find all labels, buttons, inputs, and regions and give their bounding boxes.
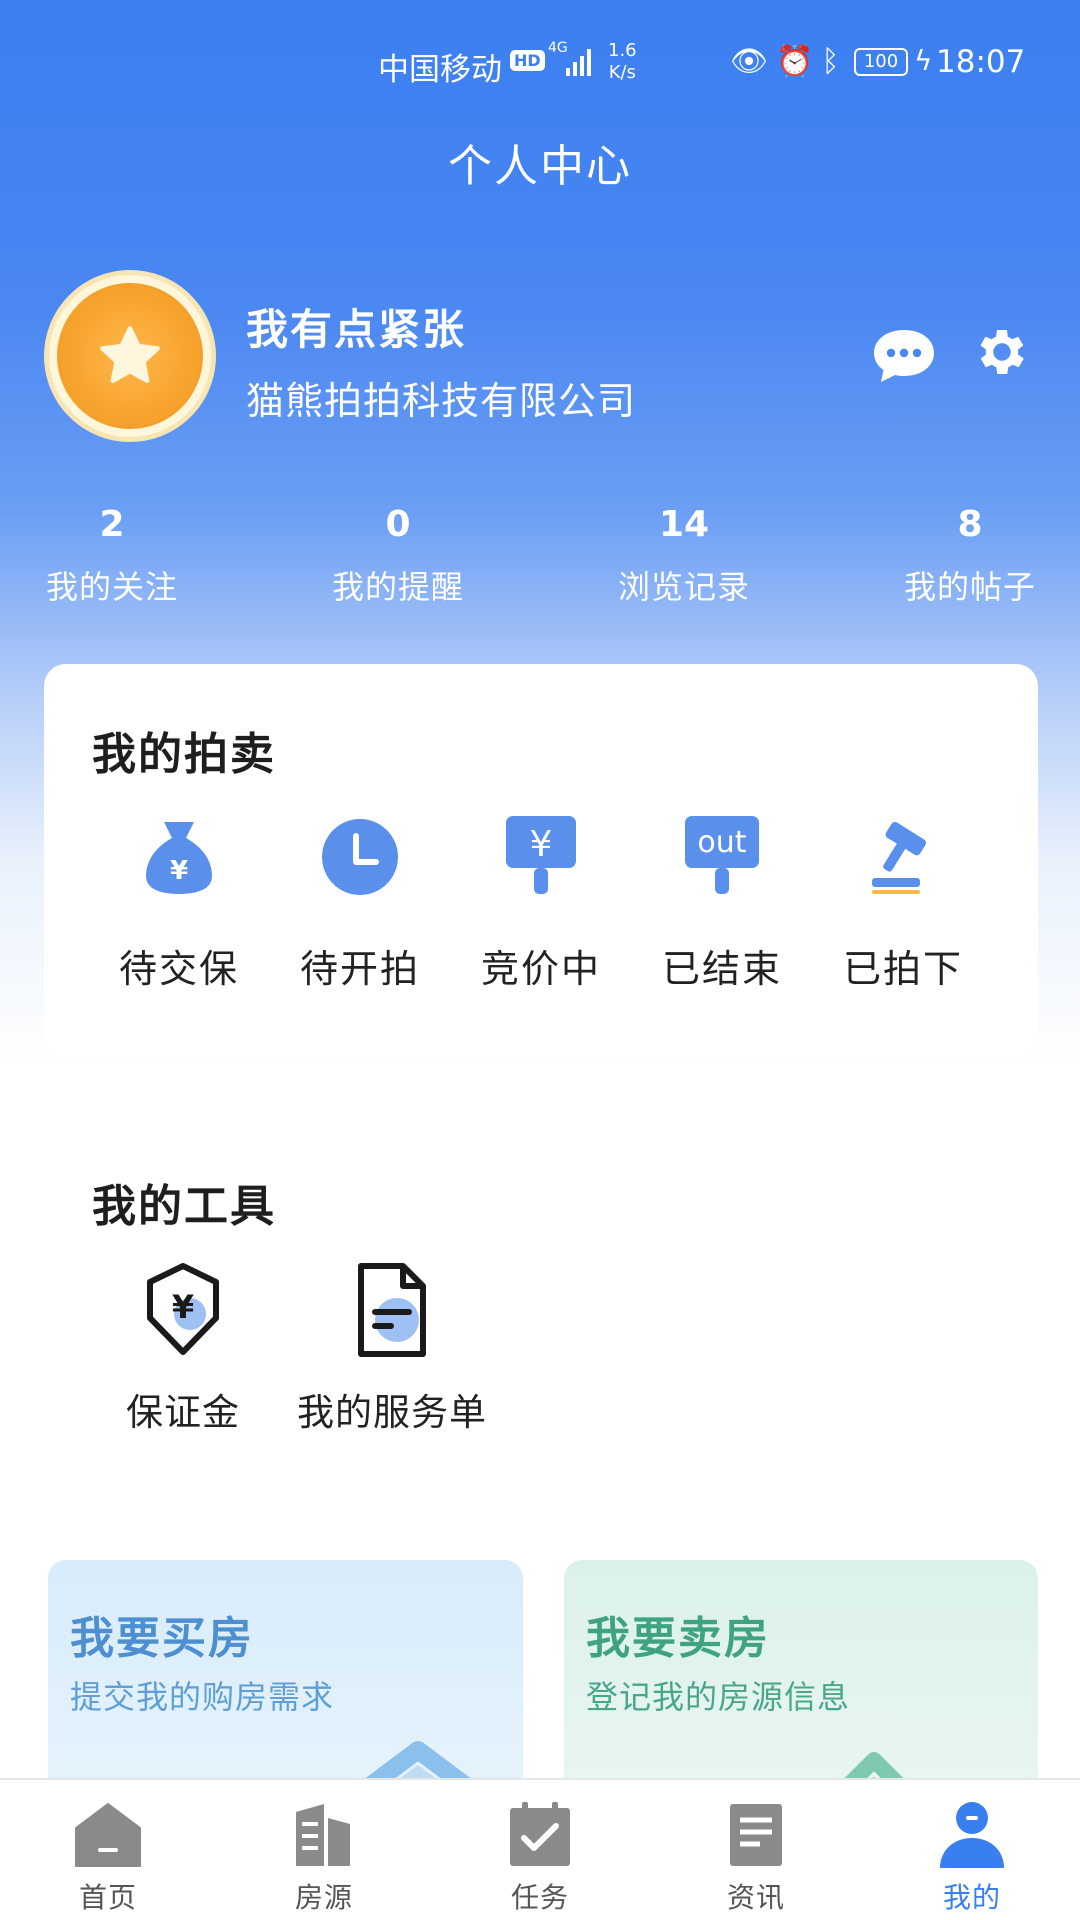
clock-icon	[322, 819, 398, 895]
buy-house-card[interactable]: 我要买房 提交我的购房需求	[48, 1560, 523, 1800]
carrier-name: 中国移动	[378, 52, 502, 88]
stat-reminders[interactable]: 0 我的提醒	[298, 500, 498, 608]
bluetooth-icon: ᛒ	[821, 44, 848, 79]
avatar[interactable]	[44, 270, 216, 442]
gavel-icon	[872, 821, 927, 894]
auction-item-label: 已拍下	[842, 947, 963, 991]
stat-label: 浏览记录	[617, 568, 750, 606]
message-button[interactable]	[870, 326, 938, 386]
auction-item-label: 竞价中	[480, 947, 601, 991]
status-icons: 👁⏰ᛒ	[730, 44, 847, 79]
user-name: 我有点紧张	[246, 305, 467, 354]
user-company: 猫熊拍拍科技有限公司	[246, 379, 637, 423]
svg-text:¥: ¥	[530, 824, 553, 865]
tab-mine[interactable]: 我的	[902, 1798, 1042, 1916]
svg-text:out: out	[697, 825, 746, 860]
sell-house-title: 我要卖房	[586, 1613, 770, 1664]
yuan-sign-icon: ¥	[506, 816, 576, 894]
stats-row: 2 我的关注 0 我的提醒 14 浏览记录 8 我的帖子	[0, 500, 1080, 620]
tab-home[interactable]: 首页	[38, 1798, 178, 1916]
stat-value: 0	[385, 504, 411, 545]
hd-badge: HD	[510, 50, 545, 71]
money-bag-icon: ¥	[146, 822, 212, 894]
home-icon	[75, 1803, 141, 1867]
network-type: 4G	[548, 40, 568, 56]
auction-won[interactable]: 已拍下	[813, 812, 993, 993]
auction-card: 我的拍卖 ¥ 待交保 待开拍 ¥ 竞价中 out 已结束 已拍下	[44, 664, 1038, 1058]
tool-label: 保证金	[126, 1391, 240, 1434]
stat-history[interactable]: 14 浏览记录	[584, 500, 784, 608]
bottom-tab-bar: 首页 房源 任务 资讯 我的	[0, 1778, 1080, 1920]
tools-card: 我的工具 ¥ 保证金 我的服务单	[44, 1120, 1038, 1512]
sell-house-card[interactable]: 我要卖房 登记我的房源信息	[564, 1560, 1038, 1800]
network-speed: 1.6 K/s	[608, 40, 637, 84]
stat-label: 我的关注	[45, 568, 178, 606]
tab-listings[interactable]: 房源	[254, 1798, 394, 1916]
news-icon	[730, 1804, 782, 1866]
task-icon	[510, 1802, 570, 1866]
star-icon	[100, 326, 160, 383]
page-title: 个人中心	[448, 141, 632, 192]
stat-value: 8	[957, 504, 983, 545]
tools-title: 我的工具	[92, 1181, 276, 1232]
tool-label: 我的服务单	[297, 1391, 487, 1434]
tab-label: 我的	[942, 1881, 1001, 1914]
stat-posts[interactable]: 8 我的帖子	[870, 500, 1070, 608]
buy-house-subtitle: 提交我的购房需求	[70, 1678, 335, 1716]
tab-label: 任务	[510, 1881, 569, 1914]
auction-title: 我的拍卖	[92, 729, 276, 780]
sell-house-subtitle: 登记我的房源信息	[586, 1678, 851, 1716]
chat-bubble-icon	[874, 330, 934, 382]
user-icon	[940, 1802, 1004, 1868]
out-sign-icon: out	[685, 816, 759, 894]
clock-time: 18:07	[936, 44, 1026, 80]
settings-button[interactable]	[972, 322, 1032, 382]
auction-bidding[interactable]: ¥ 竞价中	[451, 812, 631, 993]
signal-icon	[566, 46, 591, 76]
gear-icon	[980, 330, 1024, 374]
tool-service-orders[interactable]: 我的服务单	[292, 1260, 492, 1436]
tool-deposit[interactable]: ¥ 保证金	[118, 1260, 248, 1436]
stat-label: 我的提醒	[331, 568, 464, 606]
auction-upcoming[interactable]: 待开拍	[270, 812, 450, 993]
svg-text:¥: ¥	[170, 856, 188, 886]
speed-unit: K/s	[608, 62, 636, 83]
auction-item-label: 待开拍	[299, 947, 420, 991]
tab-tasks[interactable]: 任务	[470, 1798, 610, 1916]
tab-label: 资讯	[726, 1881, 785, 1914]
buildings-icon	[296, 1804, 350, 1866]
shield-yuan-icon: ¥	[147, 1263, 219, 1355]
auction-ended[interactable]: out 已结束	[632, 812, 812, 993]
auction-item-label: 已结束	[661, 947, 782, 991]
speed-value: 1.6	[608, 40, 637, 61]
tab-label: 首页	[78, 1881, 137, 1914]
buy-house-title: 我要买房	[70, 1613, 254, 1664]
stat-label: 我的帖子	[903, 568, 1036, 606]
charging-icon: ϟ	[914, 44, 933, 77]
auction-pending-deposit[interactable]: ¥ 待交保	[89, 812, 269, 993]
eye-icon: 👁	[730, 44, 777, 79]
document-icon	[358, 1263, 426, 1357]
status-bar: 中国移动 HD 4G 1.6 K/s 👁⏰ᛒ 100 ϟ 18:07	[0, 38, 1080, 90]
stat-value: 14	[658, 504, 710, 545]
coin-icon	[57, 283, 203, 429]
stat-follows[interactable]: 2 我的关注	[12, 500, 212, 608]
stat-value: 2	[99, 504, 125, 545]
tab-label: 房源	[294, 1881, 353, 1914]
auction-item-label: 待交保	[118, 947, 239, 991]
alarm-icon: ⏰	[776, 44, 822, 79]
tab-news[interactable]: 资讯	[686, 1798, 826, 1916]
svg-text:¥: ¥	[172, 1288, 194, 1326]
battery-icon: 100	[854, 48, 908, 76]
